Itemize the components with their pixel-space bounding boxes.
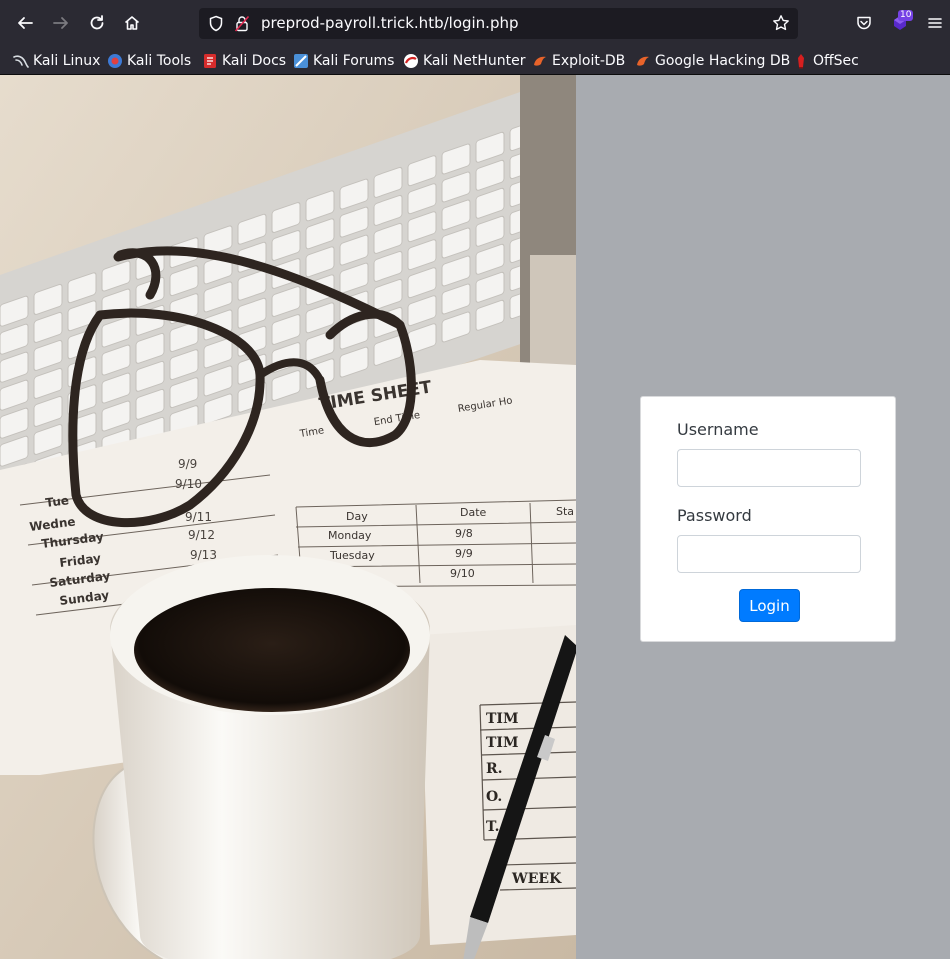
svg-text:TIM: TIM [486, 711, 518, 727]
svg-text:9/9: 9/9 [455, 547, 473, 560]
star-icon[interactable] [772, 14, 790, 32]
home-icon [124, 16, 140, 30]
menu-button[interactable] [920, 8, 950, 38]
svg-text:Tuesday: Tuesday [329, 549, 375, 562]
bookmark-kali-linux[interactable]: Kali Linux [13, 50, 100, 72]
address-bar[interactable]: preprod-payroll.trick.htb/login.php [199, 8, 798, 39]
svg-text:O.: O. [486, 789, 502, 805]
bookmark-kali-nethunter[interactable]: Kali NetHunter [403, 50, 525, 72]
back-button[interactable] [10, 8, 40, 38]
forward-button[interactable] [46, 8, 76, 38]
svg-text:Sta: Sta [556, 505, 574, 518]
pocket-button[interactable] [849, 8, 879, 38]
extension-button[interactable]: 10 [885, 8, 915, 38]
username-label: Username [677, 420, 759, 439]
reload-icon [90, 15, 104, 30]
bookmark-kali-docs[interactable]: Kali Docs [202, 50, 286, 72]
svg-text:9/11: 9/11 [185, 510, 212, 524]
svg-text:WEEK: WEEK [511, 871, 562, 887]
bookmark-offsec[interactable]: OffSec [793, 50, 859, 72]
svg-text:9/9: 9/9 [178, 457, 197, 471]
page-viewport: TIME SHEET Time End Time Regular Ho Tue … [0, 75, 950, 959]
svg-text:TIM: TIM [486, 735, 518, 751]
svg-text:T.: T. [486, 819, 500, 835]
offsec-icon [798, 54, 804, 69]
arrow-right-icon [53, 17, 68, 29]
extension-badge: 10 [898, 10, 914, 21]
desk-photo-illustration: TIME SHEET Time End Time Regular Ho Tue … [0, 75, 576, 959]
password-input[interactable] [677, 535, 861, 573]
background-photo: TIME SHEET Time End Time Regular Ho Tue … [0, 75, 576, 959]
arrow-left-icon [18, 17, 33, 29]
pocket-icon [857, 16, 871, 30]
kali-docs-icon [204, 54, 216, 68]
svg-text:Tue: Tue [45, 493, 70, 510]
bookmark-exploit-db[interactable]: Exploit-DB [532, 50, 625, 72]
svg-text:R.: R. [486, 761, 503, 777]
url-text[interactable]: preprod-payroll.trick.htb/login.php [261, 14, 519, 32]
nethunter-icon [404, 54, 418, 68]
svg-text:9/10: 9/10 [450, 567, 475, 580]
bookmark-google-hacking-db[interactable]: Google Hacking DB [635, 50, 790, 72]
bookmark-kali-forums[interactable]: Kali Forums [293, 50, 394, 72]
password-label: Password [677, 506, 752, 525]
login-form: Username Password Login [640, 396, 896, 642]
home-button[interactable] [117, 8, 147, 38]
insecure-lock-icon[interactable] [234, 15, 250, 32]
coffee-mug-illustration [92, 555, 430, 959]
login-button[interactable]: Login [739, 589, 800, 622]
kali-tools-icon [108, 54, 122, 68]
reload-button[interactable] [82, 8, 112, 38]
kali-forums-icon [294, 54, 308, 68]
bookmarks-toolbar: Kali Linux Kali Tools Kali Docs Kali For… [0, 46, 950, 75]
exploit-db-icon [534, 56, 546, 66]
svg-text:9/13: 9/13 [190, 548, 217, 562]
shield-icon [209, 15, 223, 32]
svg-text:Monday: Monday [328, 529, 372, 542]
ghdb-icon [637, 56, 649, 66]
hamburger-menu-icon [928, 18, 942, 28]
svg-text:9/10: 9/10 [175, 477, 202, 491]
svg-text:9/8: 9/8 [455, 527, 473, 540]
bookmark-kali-tools[interactable]: Kali Tools [107, 50, 191, 72]
svg-text:Day: Day [346, 510, 368, 523]
username-input[interactable] [677, 449, 861, 487]
browser-toolbar: preprod-payroll.trick.htb/login.php 10 [0, 0, 950, 46]
svg-text:9/12: 9/12 [188, 528, 215, 542]
kali-dragon-icon [13, 55, 29, 68]
svg-text:Date: Date [460, 506, 487, 519]
